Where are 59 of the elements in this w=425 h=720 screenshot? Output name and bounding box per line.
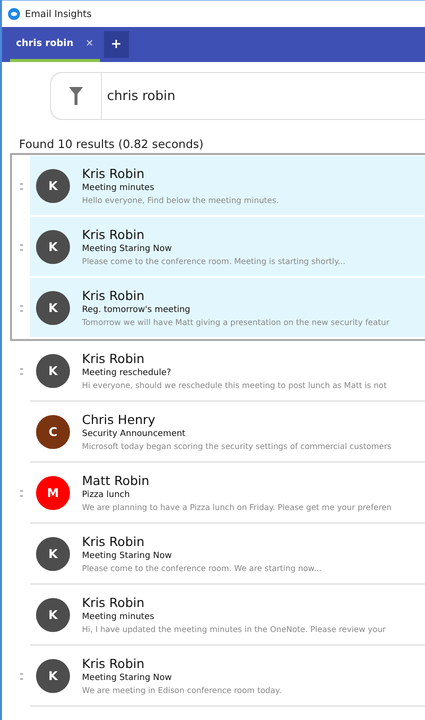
email-subject: Meeting Staring Now — [82, 551, 173, 561]
avatar: K — [36, 230, 70, 264]
email-subject: Pizza lunch — [82, 490, 131, 500]
drag-handle-icon[interactable] — [20, 368, 22, 375]
sender-name: Kris Robin — [82, 595, 146, 610]
new-tab-button[interactable]: + — [104, 31, 129, 58]
tab[interactable]: chris robin × — [10, 27, 100, 62]
avatar: M — [36, 476, 70, 510]
email-preview: We are meeting in Edison conference room today. — [82, 686, 282, 695]
email-item[interactable]: K Kris Robin Reg. tomorrow's meeting Tomorrow we will have Matt giving a presentation on the new security featur — [30, 278, 425, 339]
filter-icon[interactable] — [69, 87, 83, 105]
close-icon[interactable]: × — [85, 38, 94, 48]
email-item[interactable]: K Kris Robin Meeting minutes Hi, I have updated the meeting minutes in the OneNote. Please review your — [30, 585, 425, 646]
email-subject: Reg. tomorrow's meeting — [82, 305, 192, 315]
drag-handle-icon[interactable] — [20, 673, 22, 680]
email-item[interactable]: C Chris Henry Security Announcement Microsoft today began scoring the security settings of commercial customers — [30, 402, 425, 463]
avatar: K — [36, 168, 70, 202]
drag-handle-icon[interactable] — [20, 244, 22, 251]
sender-name: Matt Robin — [82, 473, 150, 488]
email-preview: Tomorrow we will have Matt giving a presentation on the new security featur — [82, 318, 390, 327]
email-subject: Meeting Staring Now — [82, 244, 173, 254]
search-field[interactable]: chris robin — [50, 72, 425, 120]
sender-name: Kris Robin — [82, 288, 146, 303]
results-summary: Found 10 results (0.82 seconds) — [18, 136, 204, 153]
avatar: K — [36, 658, 70, 692]
email-subject: Security Announcement — [82, 429, 186, 439]
app-logo-icon — [8, 8, 20, 20]
email-subject: Meeting reschedule? — [82, 368, 172, 378]
window-title: Email Insights — [25, 8, 92, 20]
drag-handle-icon[interactable] — [20, 183, 22, 190]
drag-handle-icon[interactable] — [20, 305, 22, 312]
sender-name: Kris Robin — [82, 227, 146, 242]
email-item[interactable]: K Kris Robin Meeting Staring Now Please come to the conference room. Meeting is starting shortly... — [30, 217, 425, 278]
email-subject: Meeting minutes — [82, 183, 156, 193]
avatar: K — [36, 290, 70, 324]
avatar: K — [36, 598, 70, 632]
sender-name: Kris Robin — [82, 351, 146, 366]
drag-handle-icon[interactable] — [20, 490, 22, 497]
email-preview: Hi, I have updated the meeting minutes in the OneNote. Please review your — [82, 625, 386, 634]
email-item[interactable]: K Kris Robin Meeting minutes Hello everyone, Find below the meeting minutes. — [30, 156, 425, 217]
email-item[interactable]: M Matt Robin Pizza lunch We are planning to have a Pizza lunch on Friday. Please get me your preferen — [30, 463, 425, 524]
email-preview: Please come to the conference room. We are starting now... — [82, 564, 322, 573]
email-preview: Microsoft today began scoring the security settings of commercial customers — [82, 442, 392, 451]
sender-name: Kris Robin — [82, 656, 146, 671]
email-item[interactable]: K Kris Robin Meeting Staring Now Please come to the conference room. We are starting now... — [30, 524, 425, 585]
email-preview: Hello everyone, Find below the meeting minutes. — [82, 196, 279, 205]
avatar: K — [36, 536, 70, 570]
email-item[interactable]: K Kris Robin Meeting Staring Now We are meeting in Edison conference room today. — [30, 646, 425, 707]
email-preview: Please come to the conference room. Meeting is starting shortly... — [82, 257, 346, 266]
email-subject: Meeting Staring Now — [82, 673, 173, 683]
sender-name: Chris Henry — [82, 412, 156, 427]
email-preview: We are planning to have a Pizza lunch on Friday. Please get me your preferen — [82, 503, 392, 512]
email-subject: Meeting minutes — [82, 612, 156, 622]
sender-name: Kris Robin — [82, 166, 146, 181]
sender-name: Kris Robin — [82, 534, 146, 549]
email-item[interactable]: K Kris Robin Meeting reschedule? Hi everyone, should we reschedule this meeting to post lunch as Matt is not — [30, 341, 425, 402]
avatar: C — [36, 414, 70, 448]
email-preview: Hi everyone, should we reschedule this meeting to post lunch as Matt is not — [82, 381, 387, 390]
avatar: K — [36, 354, 70, 388]
